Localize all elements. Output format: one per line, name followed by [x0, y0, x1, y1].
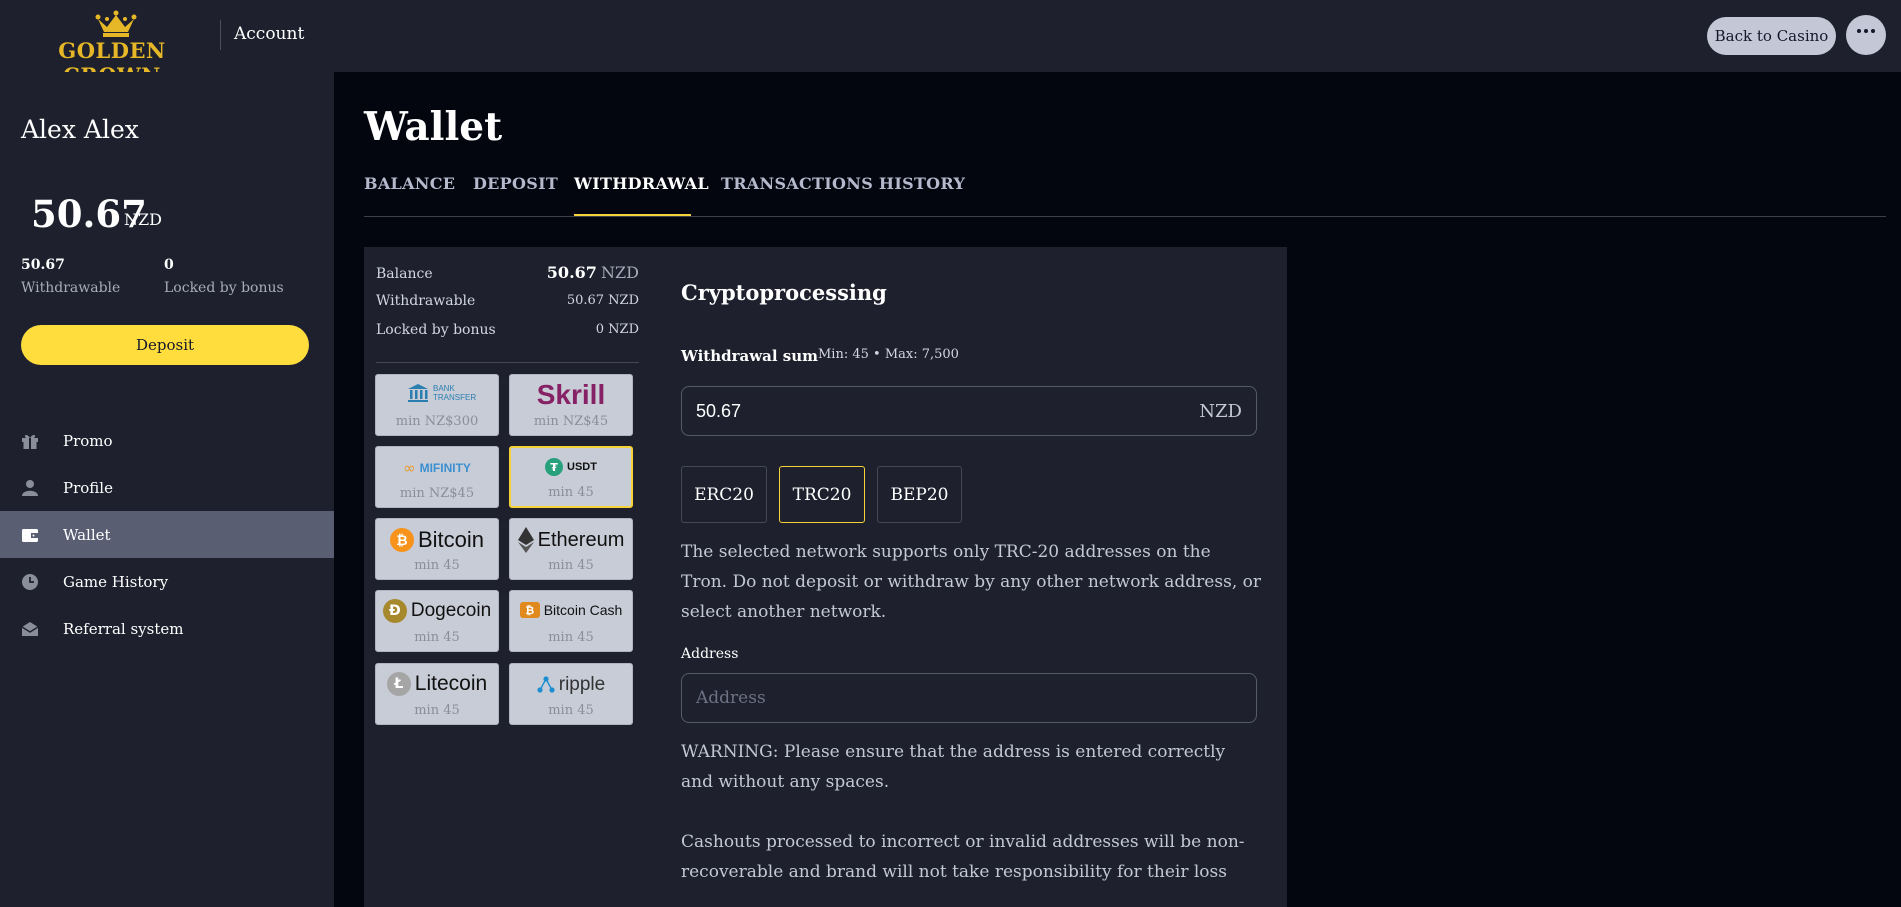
withdrawable-value: 50.67 [21, 257, 65, 273]
method-min: min 45 [548, 485, 594, 500]
tab-withdrawal[interactable]: WITHDRAWAL [574, 174, 709, 193]
method-mifinity[interactable]: ∞ MIFINITY min NZ$45 [375, 446, 499, 508]
user-icon [22, 479, 38, 496]
summary-balance-label: Balance [376, 266, 433, 282]
back-to-casino-button[interactable]: Back to Casino [1707, 17, 1836, 55]
user-name: Alex Alex [21, 115, 139, 144]
top-bar: GOLDEN CROWN Account Back to Casino [0, 0, 1901, 88]
method-bitcoin-cash[interactable]: ₿ Bitcoin Cash min 45 [509, 590, 633, 652]
amount-value: 50.67 [696, 401, 742, 421]
withdrawable-label: Withdrawable [21, 280, 121, 296]
method-name: Ethereum [537, 528, 625, 551]
tether-icon: ₮ [545, 458, 564, 476]
sidebar-item-promo[interactable]: Promo [0, 417, 334, 464]
method-min: min 45 [414, 558, 460, 573]
method-bitcoin[interactable]: ₿ Bitcoin min 45 [375, 518, 499, 580]
method-name: MIFINITY [419, 461, 471, 475]
method-usdt[interactable]: ₮ USDT min 45 [509, 446, 633, 508]
method-name: BANK TRANSFER [433, 384, 477, 402]
summary-locked-value: 0 NZD [595, 322, 639, 337]
dogecoin-icon: Đ [382, 599, 407, 623]
method-name: Dogecoin [410, 600, 492, 621]
infinity-icon: ∞ [403, 459, 416, 477]
summary-withdrawable-row: Withdrawable 50.67 NZD [376, 293, 639, 313]
bitcoin-cash-icon: ₿ [519, 602, 540, 618]
summary-divider [376, 362, 639, 363]
network-trc20-button[interactable]: TRC20 [779, 466, 865, 523]
address-input[interactable] [681, 673, 1257, 723]
summary-withdrawable-value: 50.67 NZD [566, 293, 639, 308]
method-min: min 45 [414, 630, 460, 645]
locked-value: 0 [164, 257, 174, 273]
network-bep20-button[interactable]: BEP20 [877, 466, 962, 523]
summary-withdrawable-label: Withdrawable [376, 293, 476, 309]
clock-icon [22, 573, 38, 590]
summary-locked-label: Locked by bonus [376, 322, 496, 338]
sidebar-item-game-history[interactable]: Game History [0, 558, 334, 605]
tabs-divider [364, 216, 1886, 217]
amount-currency: NZD [1199, 401, 1242, 422]
locked-label: Locked by bonus [164, 280, 284, 296]
method-name: Bitcoin Cash [543, 602, 623, 618]
method-min: min NZ$300 [395, 414, 479, 429]
method-litecoin[interactable]: Ł Litecoin min 45 [375, 663, 499, 725]
loss-notice: Cashouts processed to incorrect or inval… [681, 832, 1245, 882]
method-ripple[interactable]: ripple min 45 [509, 663, 633, 725]
method-dogecoin[interactable]: Đ Dogecoin min 45 [375, 590, 499, 652]
method-min: min 45 [548, 703, 594, 718]
header-title: Account [234, 24, 305, 44]
more-dots-icon[interactable] [1846, 15, 1886, 55]
sidebar-item-referral[interactable]: Referral system [0, 605, 334, 652]
sidebar-item-label: Wallet [63, 525, 111, 544]
gift-icon [22, 434, 38, 449]
method-name: Skrill [536, 379, 606, 410]
method-name: Litecoin [414, 672, 488, 695]
sidebar-item-label: Referral system [63, 619, 184, 638]
method-bank-transfer[interactable]: BANK TRANSFER min NZ$300 [375, 374, 499, 436]
summary-locked-row: Locked by bonus 0 NZD [376, 322, 639, 342]
litecoin-icon: Ł [386, 672, 411, 696]
tab-transactions-history[interactable]: TRANSACTIONS HISTORY [721, 174, 965, 193]
method-min: min NZ$45 [533, 414, 609, 429]
method-min: min NZ$45 [399, 486, 475, 501]
bank-icon [408, 384, 428, 402]
summary-balance-value: 50.67 NZD [546, 263, 639, 282]
crown-icon [95, 10, 137, 37]
page-title: Wallet [364, 104, 503, 150]
withdrawal-sum-hint: Min: 45 • Max: 7,500 [818, 347, 959, 362]
method-min: min 45 [548, 630, 594, 645]
sidebar: Alex Alex 50.67 NZD 50.67 Withdrawable 0… [0, 72, 334, 907]
brand-logo[interactable]: GOLDEN CROWN [22, 10, 202, 88]
address-warning: WARNING: Please ensure that the address … [681, 742, 1226, 792]
summary-balance-row: Balance 50.67 NZD [376, 263, 639, 283]
amount-input[interactable]: 50.67 NZD [681, 386, 1257, 436]
sidebar-deposit-button[interactable]: Deposit [21, 325, 309, 365]
sidebar-item-label: Game History [63, 572, 169, 591]
method-name: Bitcoin [417, 527, 485, 552]
network-erc20-button[interactable]: ERC20 [681, 466, 767, 523]
ripple-icon [537, 676, 555, 693]
method-ethereum[interactable]: Ethereum min 45 [509, 518, 633, 580]
header-divider [220, 20, 221, 50]
tab-balance[interactable]: BALANCE [364, 174, 455, 193]
tab-deposit[interactable]: DEPOSIT [473, 174, 558, 193]
envelope-icon [21, 621, 39, 636]
method-min: min 45 [548, 558, 594, 573]
method-skrill[interactable]: Skrill min NZ$45 [509, 374, 633, 436]
address-label: Address [681, 646, 739, 662]
method-min: min 45 [414, 703, 460, 718]
sidebar-item-label: Profile [63, 478, 113, 497]
sidebar-item-wallet[interactable]: Wallet [0, 511, 334, 558]
bitcoin-icon: ₿ [389, 528, 414, 552]
method-name: USDT [567, 461, 597, 473]
sidebar-item-label: Promo [63, 431, 113, 450]
sidebar-item-profile[interactable]: Profile [0, 464, 334, 511]
network-note: The selected network supports only TRC-2… [681, 542, 1261, 622]
form-title: Cryptoprocessing [681, 280, 887, 305]
wallet-icon [22, 528, 38, 542]
withdrawal-sum-label: Withdrawal sum [681, 347, 818, 365]
balance-currency: NZD [124, 210, 162, 229]
ethereum-icon [517, 527, 534, 553]
method-name: ripple [558, 674, 606, 695]
